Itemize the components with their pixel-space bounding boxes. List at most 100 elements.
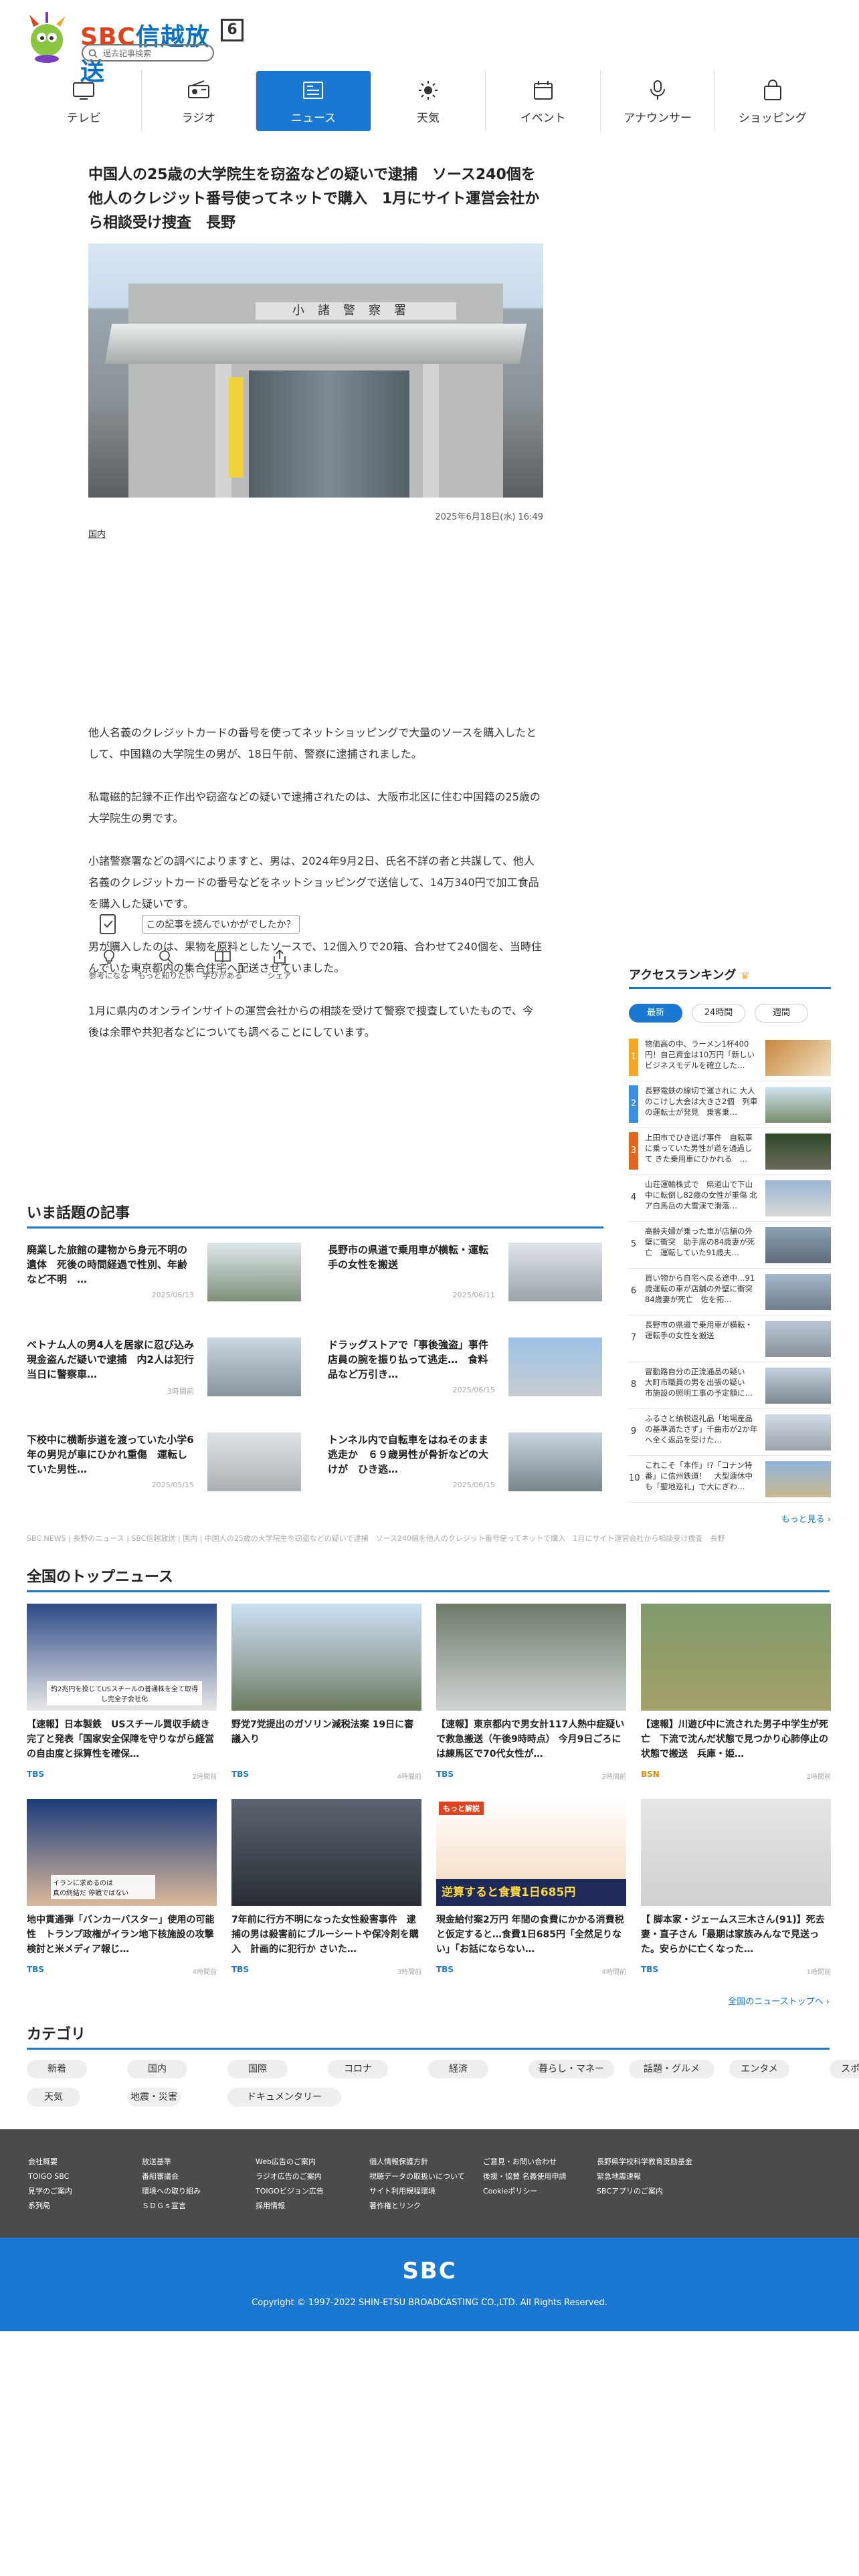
topic-date: 3時間前 (167, 1387, 194, 1396)
category-chip[interactable]: コロナ (328, 2060, 388, 2078)
reaction-share-button[interactable]: シェア (251, 948, 308, 995)
ranking-item[interactable]: 10 これこそ「本作」!?「コナン特番」に信州鉄道！ 大型連休中も「聖地巡礼」で大… (629, 1456, 831, 1503)
reaction-buttons: 参考になる もっと知りたい 学びがある シェア (80, 948, 308, 995)
topic-item[interactable]: ドラッグストアで「事後強盗」事件 店員の腕を振り払って逃走… 食料品など万引き…… (328, 1337, 602, 1411)
topic-item[interactable]: ベトナム人の男4人を居家に忍び込み現金盗んだ疑いで逮捕 内2人は犯行当日に警察車… (27, 1337, 301, 1411)
footer-column: ご意見・お問い合わせ 後援・協賛 名義使用申請 Cookieポリシー (483, 2155, 567, 2199)
ranking-tab-weekly[interactable]: 週間 (755, 1004, 808, 1023)
national-news-card[interactable]: もっと解説 逆算すると食費1日685円 現金給付案2万円 年間の食費にかかる消費税と… (436, 1799, 626, 1993)
national-news-title: 地中貫通弾「バンカーバスター」使用の可能性 トランプ政権がイラン地下核施設の攻撃… (27, 1915, 215, 1955)
topic-item[interactable]: 長野市の県道で乗用車が横転・運転手の女性を搬送 2025/06/11 (328, 1243, 602, 1316)
footer-link[interactable]: ラジオ広告のご案内 (256, 2169, 324, 2184)
national-news-card[interactable]: 約2兆円を投じてUSスチールの普通株を全て取得し完全子会社化 【速報】日本製鉄 U… (27, 1604, 217, 1798)
nav-item-1[interactable]: ラジオ (142, 71, 257, 131)
nav-item-2[interactable]: ニュース (256, 71, 371, 131)
news-time: 2時間前 (192, 1774, 217, 1781)
ranking-title: アクセスランキング (629, 968, 737, 982)
search-input[interactable] (102, 47, 211, 60)
ranking-item[interactable]: 1 物価高の中、ラーメン1杯400円！自己資金は10万円「新しいビジネスモデルを確… (629, 1035, 831, 1081)
ranking-item-title: 買い物から自宅へ戻る途中…91歳運転の車が店舗の外壁に衝突 84歳妻が死亡 佐を… (645, 1273, 755, 1304)
copyright: Copyright © 1997-2022 SHIN-ETSU BROADCAS… (252, 2298, 607, 2308)
archive-search[interactable] (82, 44, 214, 62)
footer-link[interactable]: サイト利用規程環境 (369, 2184, 465, 2199)
nav-item-6[interactable]: ショッピング (715, 71, 830, 131)
ranking-item[interactable]: 6 買い物から自宅へ戻る途中…91歳運転の車が店舗の外壁に衝突 84歳妻が死亡 佐… (629, 1269, 831, 1315)
topic-item[interactable]: トンネル内で自転車をはねそのまま逃走か ６９歳男性が骨折などの大けが ひき逃… 2… (328, 1432, 602, 1506)
national-more-link[interactable]: 全国のニューストップへ › (728, 1994, 830, 2007)
nav-item-3[interactable]: 天気 (371, 71, 486, 131)
article-category-link[interactable]: 国内 (88, 527, 106, 540)
ranking-item[interactable]: 7 長野市の県道で乗用車が横転・運転手の女性を搬送 (629, 1315, 831, 1362)
category-chip[interactable]: 話題・グルメ (629, 2060, 714, 2078)
ranking-item[interactable]: 8 冒勤路自分の正流通品の疑い 大町市職員の男を出張の疑い 市施設の照明工事の予定… (629, 1362, 831, 1409)
footer-link[interactable]: 採用情報 (256, 2199, 324, 2214)
national-news-card[interactable]: イランに求めるのは 真の終結だ 停戦ではない地中貫通弾「バンカーバスター」使用の… (27, 1799, 217, 1993)
category-chip[interactable]: ドキュメンタリー (227, 2088, 341, 2107)
nav-item-4[interactable]: イベント (486, 71, 601, 131)
news-time: 1時間前 (806, 1969, 831, 1976)
reaction-more-button[interactable]: もっと知りたい (137, 948, 194, 995)
footer-link[interactable]: ご意見・お問い合わせ (483, 2155, 567, 2169)
category-chip[interactable]: 経済 (428, 2060, 488, 2078)
thumbnail-caption: イランに求めるのは 真の終結だ 停戦ではない (51, 1875, 155, 1899)
footer-logo[interactable]: SBC (0, 2258, 859, 2284)
footer-link[interactable]: 著作権とリンク (369, 2199, 465, 2214)
breadcrumb[interactable]: SBC NEWS | 長野のニュース | SBC信越放送 | 国内 | 中国人の… (27, 1533, 830, 1543)
category-chip[interactable]: 暮らし・マネー (529, 2060, 614, 2078)
footer-link[interactable]: Web広告のご案内 (256, 2155, 324, 2169)
footer-link[interactable]: 系列局 (28, 2199, 72, 2214)
ranking-tabs: 最新 24時間 週間 (629, 1004, 831, 1023)
category-chip[interactable]: 国際 (227, 2060, 288, 2078)
ranking-thumbnail (765, 1134, 831, 1170)
national-news-card[interactable]: 野党7党提出のガソリン減税法案 19日に審議入り TBS 4時間前 (231, 1604, 421, 1798)
footer-link[interactable]: 見学のご案内 (28, 2184, 72, 2199)
ranking-more-link[interactable]: もっと見る › (629, 1512, 831, 1525)
share-icon (273, 949, 286, 964)
category-chip[interactable]: スポーツ (830, 2060, 859, 2078)
footer-link[interactable]: ＳＤＧｓ宣言 (142, 2199, 201, 2214)
rank-number: 1 (629, 1039, 638, 1076)
footer-link[interactable]: 視聴データの取扱いについて (369, 2169, 465, 2184)
ranking-item[interactable]: 9 ふるさと納税返礼品「地場産品の基準満たさず」千曲市が2か年へ全く返品を受けた… (629, 1409, 831, 1456)
category-chip[interactable]: 地震・災害 (127, 2088, 181, 2107)
category-chip[interactable]: 国内 (127, 2060, 187, 2078)
reaction-learn-button[interactable]: 学びがある (194, 948, 251, 995)
nav-item-5[interactable]: アナウンサー (601, 71, 716, 131)
news-icon (303, 82, 324, 99)
footer-link[interactable]: 番組審議会 (142, 2169, 201, 2184)
ranking-item[interactable]: 3 上田市でひき逃げ事件 自転車に乗っていた男性が道を通過して きた乗用車にひかれ… (629, 1128, 831, 1175)
national-news-card[interactable]: 【速報】東京都内で男女計117人熱中症疑いで救急搬送（午後9時時点） 今月9日ご… (436, 1604, 626, 1798)
footer-link[interactable]: 長野県学校科学教育奨励基金 (597, 2155, 692, 2169)
footer-link[interactable]: 放送基準 (142, 2155, 201, 2169)
category-chip[interactable]: エンタメ (729, 2060, 789, 2078)
ranking-item[interactable]: 4 山荘運輸株式で 県道山で下山中に転倒し82歳の女性が重傷 北ア白馬岳の大雪渓で… (629, 1175, 831, 1222)
ranking-tab-latest[interactable]: 最新 (629, 1004, 682, 1023)
footer-link[interactable]: Cookieポリシー (483, 2184, 567, 2199)
footer-link[interactable]: 会社概要 (28, 2155, 72, 2169)
topic-item[interactable]: 廃業した旅館の建物から身元不明の遺体 死後の時間経過で性別、年齢など不明 … 20… (27, 1243, 301, 1316)
footer-link[interactable]: 個人情報保護方針 (369, 2155, 465, 2169)
footer-link[interactable]: TOIGO SBC (28, 2169, 72, 2184)
reaction-prompt: この記事を読んでいかがでしたか？ (142, 915, 300, 934)
national-news-card[interactable]: 【速報】川遊び中に流された男子中学生が死亡 下流で沈んだ状態で見つかり心肺停止の… (641, 1604, 831, 1798)
national-news-card[interactable]: 7年前に行方不明になった女性殺害事件 逮捕の男は殺害前にブルーシートや保冷剤を購… (231, 1799, 421, 1993)
footer-link[interactable]: 緊急地震速報 (597, 2169, 692, 2184)
microphone-icon (650, 80, 666, 100)
ranking-thumbnail (765, 1180, 831, 1216)
ranking-tab-24h[interactable]: 24時間 (692, 1004, 745, 1023)
national-news-card[interactable]: 【 脚本家・ジェームス三木さん(91)】死去 妻・直子さん「最期は家族みんなで見… (641, 1799, 831, 1993)
footer-link[interactable]: 後援・協賛 名義使用申請 (483, 2169, 567, 2184)
footer-link[interactable]: SBCアプリのご案内 (597, 2184, 692, 2199)
footer-link[interactable]: 環境への取り組み (142, 2184, 201, 2199)
ranking-item[interactable]: 5 高齢夫婦が乗った車が店舗の外壁に衝突 助手席の84歳妻が死亡 運転していた91… (629, 1222, 831, 1269)
footer-link[interactable]: TOIGOビジョン広告 (256, 2184, 324, 2199)
category-chip[interactable]: 新着 (27, 2060, 87, 2078)
ranking-list: 1 物価高の中、ラーメン1杯400円！自己資金は10万円「新しいビジネスモデルを確… (629, 1035, 831, 1503)
news-time: 4時間前 (601, 1969, 626, 1976)
reaction-helpful-button[interactable]: 参考になる (80, 948, 137, 995)
topic-item[interactable]: 下校中に横断歩道を渡っていた小学6年の男児が車にひかれ重傷 運転していた男性… 2… (27, 1432, 301, 1506)
nav-item-0[interactable]: テレビ (27, 71, 142, 131)
ranking-item[interactable]: 2 長野電鉄の線切で運されに 大人のこけし大会は大きさ2個 列車の運転士が発見 乗… (629, 1081, 831, 1128)
category-chip[interactable]: 天気 (27, 2088, 80, 2107)
thumbnail-caption: 逆算すると食費1日685円 (436, 1879, 626, 1906)
